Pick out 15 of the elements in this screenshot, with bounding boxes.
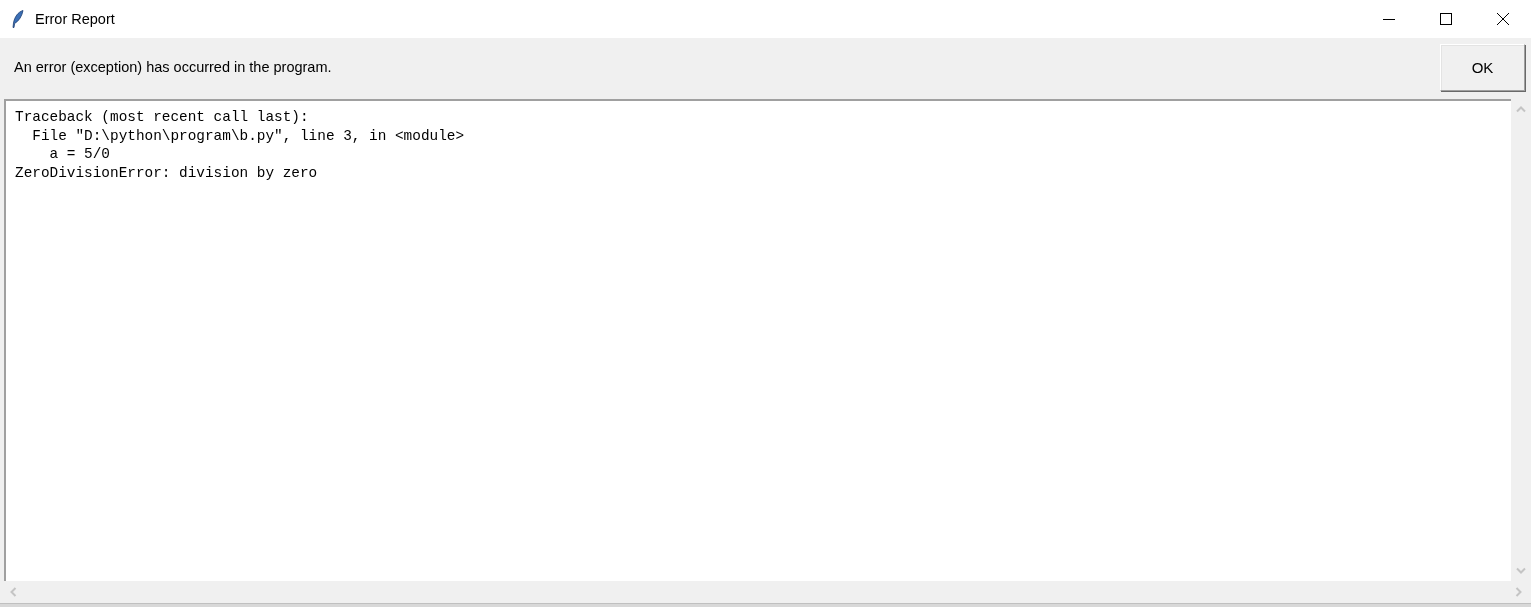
traceback-line: ZeroDivisionError: division by zero bbox=[15, 164, 319, 183]
traceback-text-area[interactable]: Traceback (most recent call last): File "D:\python\program\b.py", line 3, in <module> a = 5/0 ZeroDivisionError: division by zero bbox=[4, 99, 1511, 581]
scroll-down-icon[interactable] bbox=[1516, 567, 1526, 575]
maximize-icon bbox=[1439, 13, 1452, 25]
scroll-left-icon[interactable] bbox=[9, 587, 17, 597]
traceback-line: a = 5/0 bbox=[48, 145, 111, 165]
ok-button[interactable]: OK bbox=[1440, 44, 1525, 91]
traceback-line: File "D:\python\program\b.py", line 3, in <module> bbox=[31, 126, 466, 146]
scroll-up-icon[interactable] bbox=[1516, 105, 1526, 113]
scroll-right-icon[interactable] bbox=[1515, 587, 1523, 597]
feather-icon bbox=[12, 10, 24, 28]
traceback-line: Traceback (most recent call last): bbox=[15, 108, 310, 127]
window-title: Error Report bbox=[35, 11, 116, 27]
close-icon bbox=[1496, 13, 1509, 25]
error-message: An error (exception) has occurred in the program. bbox=[14, 59, 333, 75]
